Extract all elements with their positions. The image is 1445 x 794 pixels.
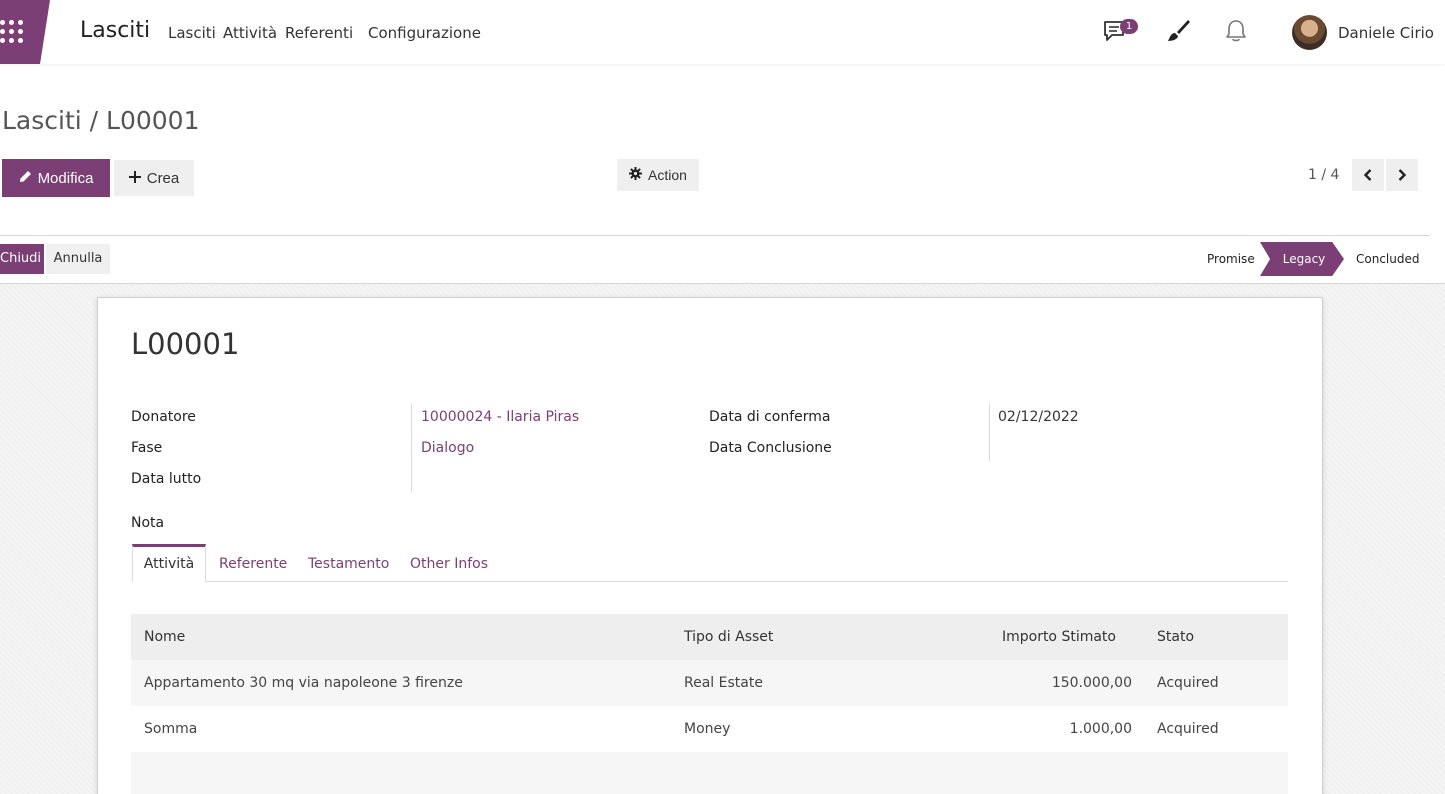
donatore-link[interactable]: 10000024 - Ilaria Piras (421, 409, 579, 425)
pager-next-button[interactable] (1386, 159, 1418, 191)
menu-lasciti[interactable]: Lasciti (168, 24, 216, 42)
cell-nome: Somma (144, 721, 198, 737)
close-button[interactable]: Chiudi (0, 244, 44, 274)
tabs-underline (131, 581, 1288, 582)
gear-icon (629, 167, 643, 183)
user-name[interactable]: Daniele Cirio (1338, 24, 1434, 42)
user-avatar[interactable] (1292, 15, 1327, 50)
nota-label: Nota (131, 515, 165, 531)
header-tipo-asset[interactable]: Tipo di Asset (684, 629, 773, 645)
top-navbar: Lasciti Lasciti Attività Referenti Confi… (0, 0, 1445, 64)
chevron-right-icon (1397, 166, 1407, 185)
stage-concluded[interactable]: Concluded (1356, 252, 1419, 266)
app-brand: Lasciti (80, 18, 151, 43)
action-button[interactable]: Action (617, 159, 699, 191)
grid-icon (0, 20, 28, 46)
menu-attivita[interactable]: Attività (223, 24, 277, 42)
control-panel-divider (0, 235, 1430, 236)
create-button[interactable]: Crea (114, 160, 194, 196)
pencil-icon (19, 170, 32, 187)
tab-attivita-label: Attività (143, 556, 195, 572)
pager-previous-button[interactable] (1352, 159, 1384, 191)
data-conferma-label: Data di conferma (709, 409, 831, 425)
tab-testamento[interactable]: Testamento (308, 556, 389, 572)
tab-other-infos[interactable]: Other Infos (410, 556, 488, 572)
data-lutto-label: Data lutto (131, 471, 202, 487)
cell-importo-stimato: 150.000,00 (1051, 675, 1132, 691)
field-separator (411, 404, 412, 492)
cell-stato: Acquired (1157, 675, 1219, 691)
edit-button-label: Modifica (37, 169, 94, 187)
stage-legacy[interactable]: Legacy (1260, 242, 1344, 276)
plus-icon (128, 170, 141, 187)
cell-stato: Acquired (1157, 721, 1219, 737)
paintbrush-icon[interactable] (1165, 18, 1191, 48)
stage-promise[interactable]: Promise (1207, 252, 1255, 266)
stage-legacy-label: Legacy (1282, 252, 1326, 266)
tab-referente[interactable]: Referente (219, 556, 287, 572)
record-title: L00001 (131, 327, 240, 361)
bell-icon[interactable] (1224, 18, 1248, 48)
header-importo-stimato[interactable]: Importo Stimato (1002, 629, 1116, 645)
fase-label: Fase (131, 440, 163, 456)
table-row[interactable]: Somma Money 1.000,00 Acquired (131, 706, 1288, 752)
cell-tipo-asset: Real Estate (684, 675, 763, 691)
cell-tipo-asset: Money (684, 721, 731, 737)
table-header-row: Nome Tipo di Asset Importo Stimato Stato (131, 614, 1288, 660)
tab-attivita[interactable]: Attività (132, 544, 206, 582)
cell-nome: Appartamento 30 mq via napoleone 3 firen… (144, 675, 463, 691)
table-empty-row (131, 752, 1288, 794)
table-row[interactable]: Appartamento 30 mq via napoleone 3 firen… (131, 660, 1288, 706)
data-conferma-value: 02/12/2022 (998, 409, 1079, 425)
cell-importo-stimato: 1.000,00 (1069, 721, 1132, 737)
header-nome[interactable]: Nome (144, 629, 185, 645)
create-button-label: Crea (146, 169, 180, 187)
chevron-left-icon (1363, 166, 1373, 185)
header-stato[interactable]: Stato (1157, 629, 1194, 645)
cancel-button[interactable]: Annulla (46, 244, 110, 274)
donatore-label: Donatore (131, 409, 196, 425)
fase-link[interactable]: Dialogo (421, 440, 474, 456)
data-conclusione-label: Data Conclusione (709, 440, 832, 456)
action-button-label: Action (648, 167, 687, 183)
apps-menu-button[interactable] (0, 0, 50, 64)
edit-button[interactable]: Modifica (2, 159, 110, 197)
breadcrumb: Lasciti / L00001 (2, 106, 200, 135)
messages-count-badge: 1 (1120, 19, 1138, 34)
field-separator (989, 404, 990, 461)
pager-value[interactable]: 1 / 4 (1308, 167, 1339, 183)
menu-referenti[interactable]: Referenti (285, 24, 353, 42)
menu-configurazione[interactable]: Configurazione (368, 24, 481, 42)
